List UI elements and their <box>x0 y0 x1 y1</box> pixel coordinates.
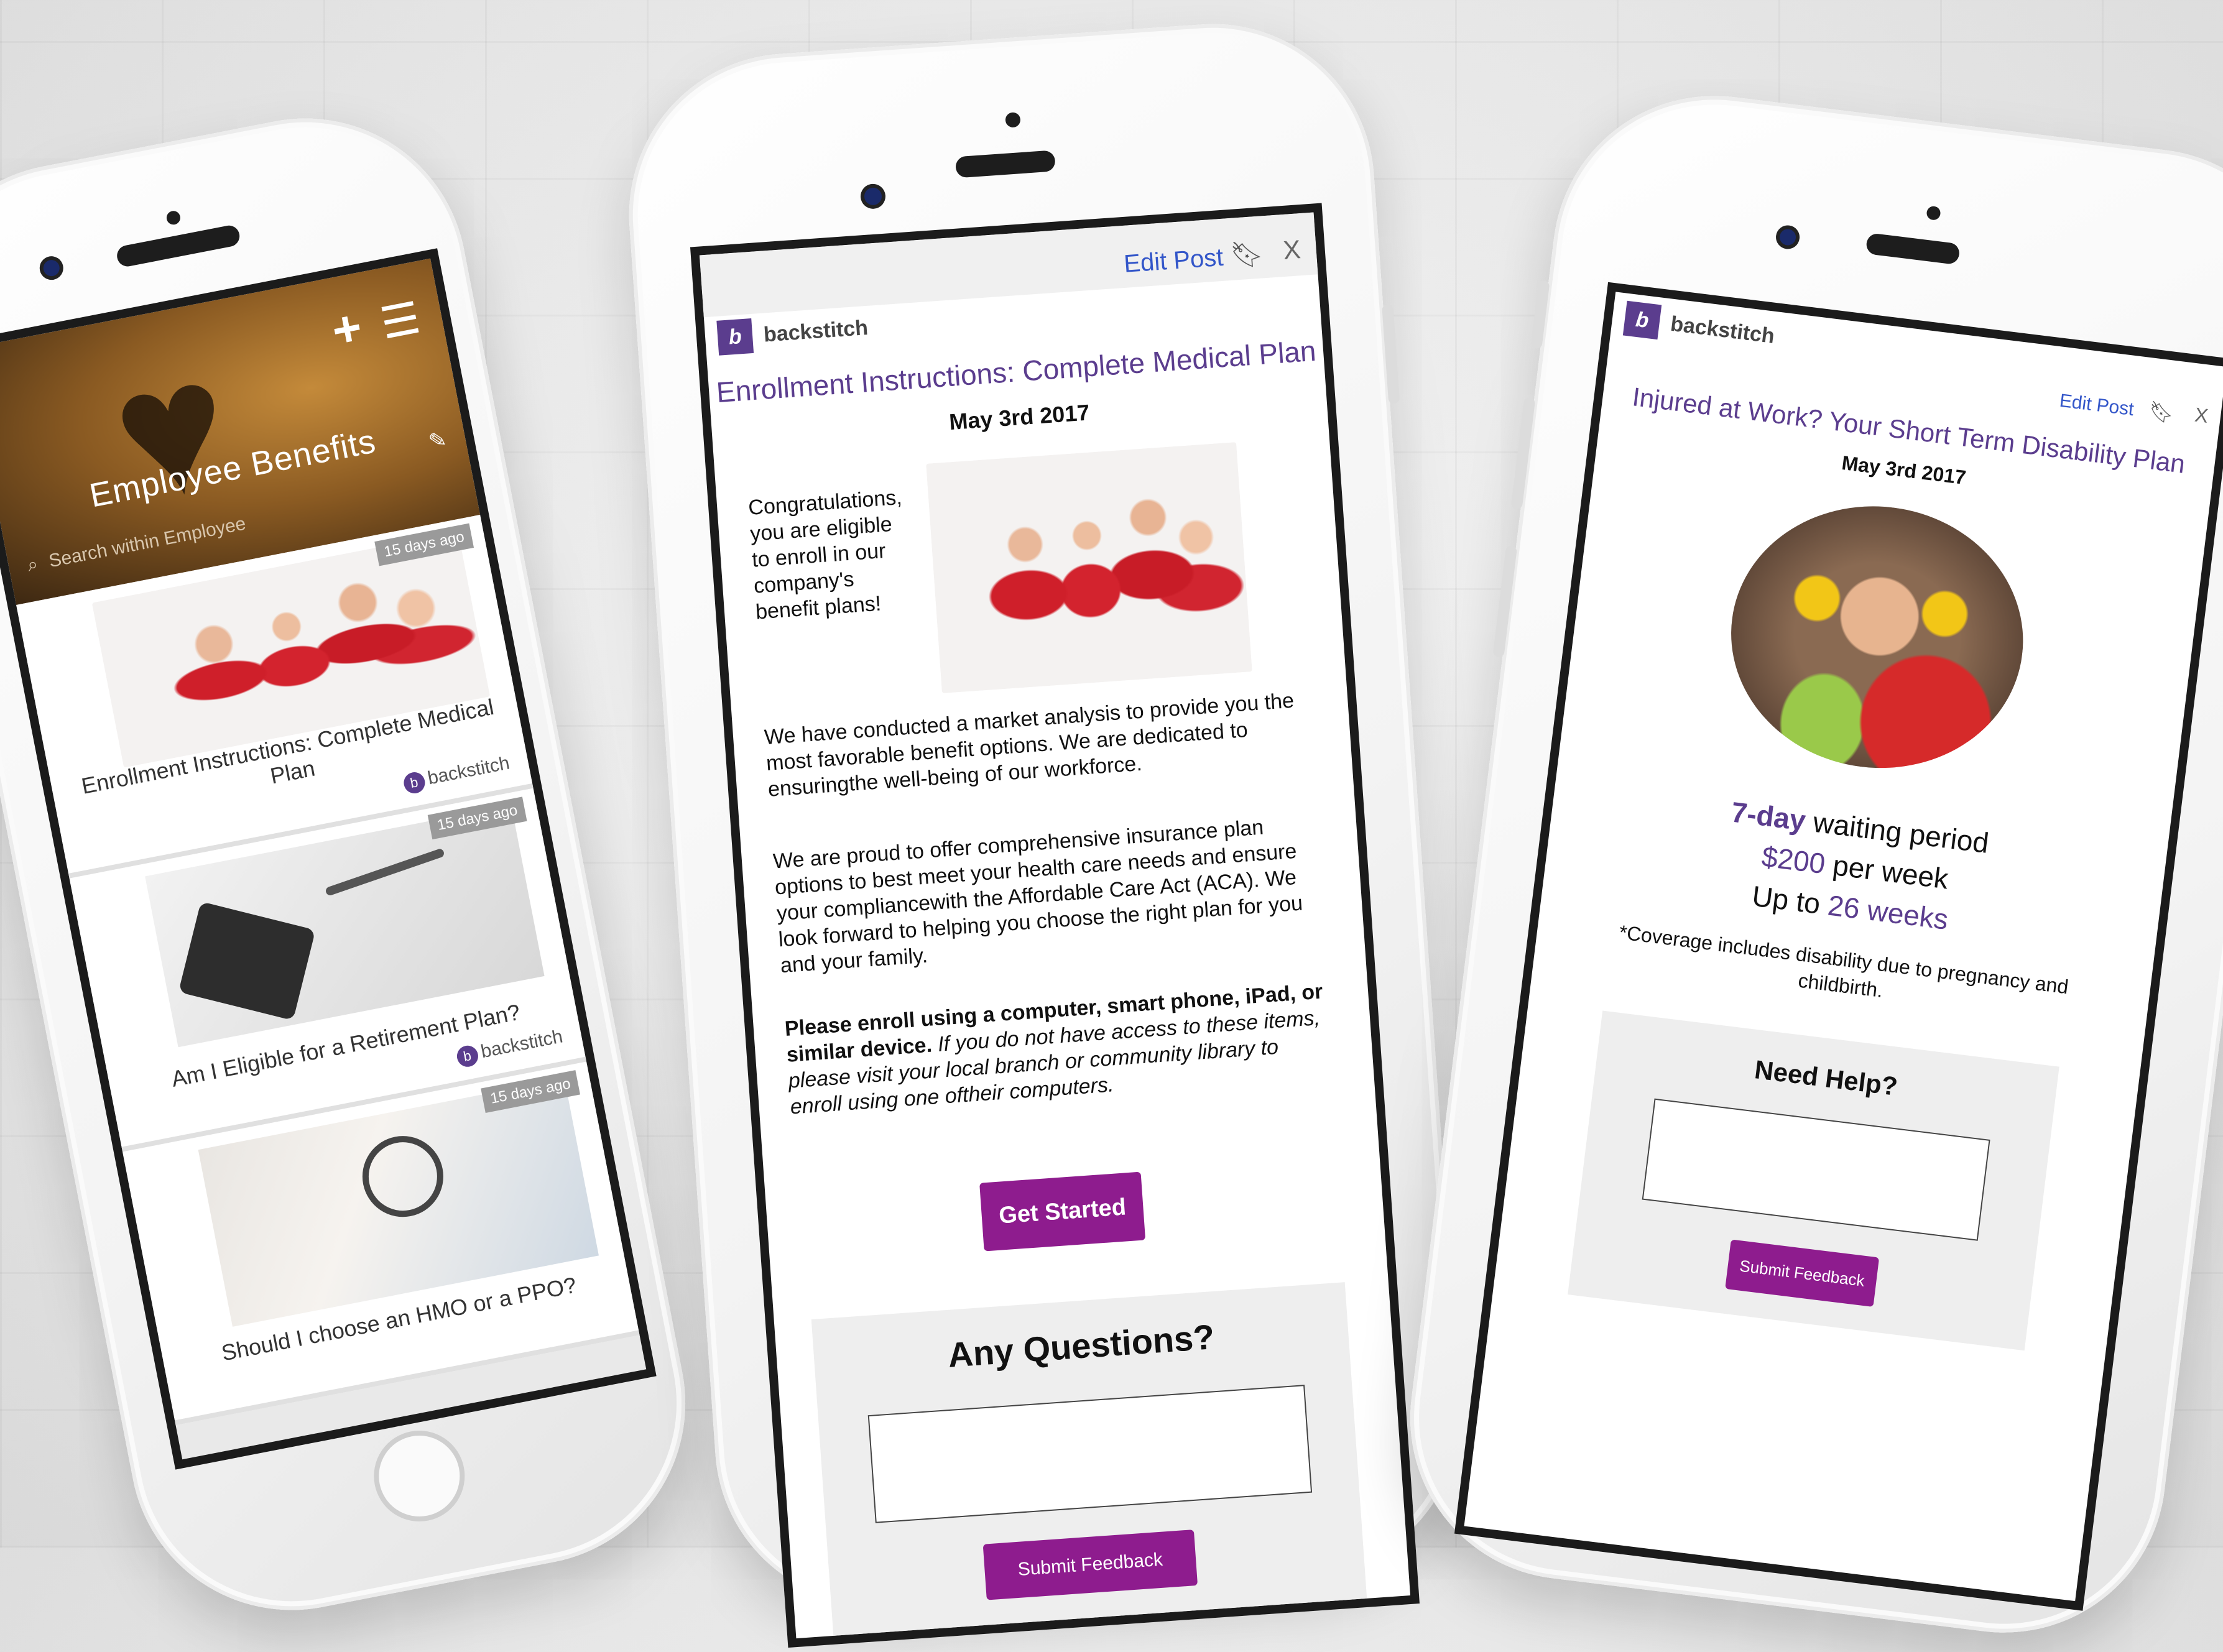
get-started-button[interactable]: Get Started <box>979 1171 1146 1252</box>
submit-feedback-button[interactable]: Submit Feedback <box>982 1530 1198 1600</box>
front-camera <box>864 187 882 206</box>
questions-textarea[interactable] <box>867 1385 1313 1523</box>
search-icon: ⌕ <box>25 553 40 576</box>
submit-feedback-button[interactable]: Submit Feedback <box>1725 1239 1880 1308</box>
mute-switch <box>1530 280 1550 349</box>
backstitch-logo-icon: b <box>716 318 754 356</box>
edit-post-link[interactable]: Edit Post <box>1123 244 1224 279</box>
post-paragraph: We are proud to offer comprehensive insu… <box>772 815 1304 978</box>
questions-panel: Any Questions? Submit Feedback <box>811 1282 1367 1642</box>
post-screen: Edit Post 🔖︎ X b backstitch Enrollment I… <box>690 203 1420 1648</box>
backstitch-logo-icon: b <box>1622 300 1662 340</box>
stethoscope-icon <box>355 1128 451 1224</box>
feed-screen: ♥ Employee Benefits + ☰ ✎ ⌕ Search withi… <box>0 248 657 1470</box>
upto-text: Up to <box>1750 879 1823 920</box>
hamburger-menu-icon[interactable]: ☰ <box>376 292 424 349</box>
phone-feed: ♥ Employee Benefits + ☰ ✎ ⌕ Search withi… <box>0 90 713 1638</box>
front-camera <box>42 258 61 278</box>
sensor-dot <box>1005 112 1021 128</box>
close-icon[interactable]: X <box>1282 234 1301 265</box>
earpiece <box>115 223 242 269</box>
help-panel: Need Help? Submit Feedback <box>1568 1010 2059 1351</box>
brand-name: backstitch <box>1669 311 1777 348</box>
sensor-dot <box>165 210 182 226</box>
pay-value: $200 <box>1760 840 1828 880</box>
waiting-value: 7-day <box>1729 795 1808 837</box>
earpiece <box>954 150 1056 178</box>
bookmark-icon[interactable]: 🔖︎ <box>2147 399 2176 425</box>
upto-value: 26 weeks <box>1826 888 1950 936</box>
backstitch-logo-icon: b <box>402 770 427 796</box>
bookmark-icon[interactable]: 🔖︎ <box>1229 238 1265 271</box>
volume-up-button <box>1510 397 1536 510</box>
brand-name: backstitch <box>762 315 869 347</box>
questions-title: Any Questions? <box>946 1317 1216 1375</box>
family-photo <box>926 442 1252 694</box>
volume-down-button <box>1492 545 1518 658</box>
post-paragraph: Please enroll using a computer, smart ph… <box>784 978 1338 1120</box>
earpiece <box>1865 233 1961 265</box>
sensor-dot <box>1926 205 1941 221</box>
front-camera <box>1778 228 1797 246</box>
help-textarea[interactable] <box>1642 1098 1990 1241</box>
post-toolbar: Edit Post 🔖︎ X <box>699 212 1318 318</box>
worker-photo <box>1716 489 2038 785</box>
brand-header: b backstitch <box>1622 300 1777 355</box>
phone-disability: b backstitch Edit Post 🔖︎ X Injured at W… <box>1392 77 2223 1651</box>
post-paragraph: Congratulations, you are eligible to enr… <box>747 485 903 624</box>
pay-text: per week <box>1831 849 1951 895</box>
add-icon[interactable]: + <box>327 298 366 360</box>
brand-header: b backstitch <box>716 309 869 357</box>
edit-post-link[interactable]: Edit Post <box>2058 390 2135 420</box>
disability-screen: b backstitch Edit Post 🔖︎ X Injured at W… <box>1454 282 2223 1611</box>
pen-icon <box>325 847 445 897</box>
phone-post: Edit Post 🔖︎ X b backstitch Enrollment I… <box>618 13 1471 1648</box>
post-paragraph: We have conducted a market analysis to p… <box>763 688 1295 801</box>
calculator-icon <box>178 901 316 1021</box>
backstitch-logo-icon: b <box>455 1043 480 1069</box>
home-button[interactable] <box>366 1423 473 1530</box>
edit-pencil-icon[interactable]: ✎ <box>427 427 449 455</box>
close-icon[interactable]: X <box>2194 404 2210 428</box>
power-button <box>1382 303 1400 404</box>
